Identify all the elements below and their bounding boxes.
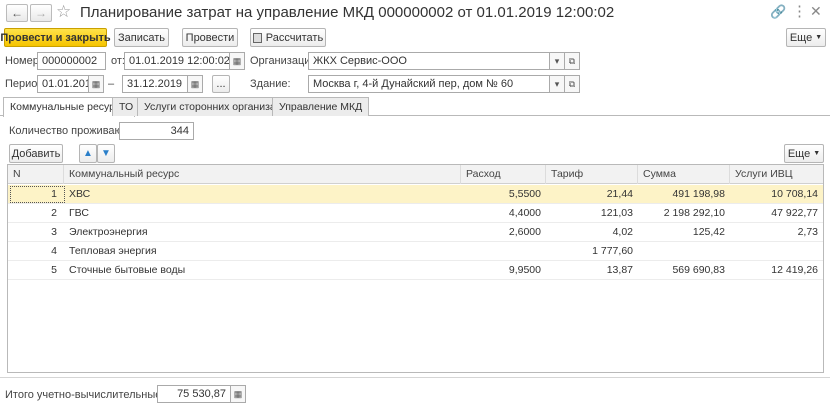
- period-select-button[interactable]: ...: [212, 75, 230, 93]
- add-button[interactable]: Добавить: [9, 144, 63, 163]
- column-header-tariff[interactable]: Тариф: [546, 165, 638, 184]
- column-header-consumption[interactable]: Расход: [461, 165, 546, 184]
- date-from-label: от:: [111, 55, 125, 67]
- column-header-n[interactable]: N: [8, 165, 64, 184]
- total-calculator-icon[interactable]: ▦: [230, 385, 246, 403]
- cell-n: 3: [51, 226, 57, 238]
- cell-tariff: 121,03: [600, 207, 633, 219]
- cell-consumption: [461, 242, 546, 261]
- close-icon[interactable]: ✕: [810, 3, 822, 20]
- table-row[interactable]: 5 Сточные бытовые воды 9,9500 13,87 569 …: [8, 261, 823, 280]
- cell-tariff: 13,87: [606, 264, 633, 276]
- column-header-ivc[interactable]: Услуги ИВЦ: [730, 165, 823, 184]
- table-header: N Коммунальный ресурс Расход Тариф Сумма…: [8, 165, 823, 184]
- cell-sum: 569 690,83: [672, 264, 725, 276]
- building-dropdown-icon[interactable]: ▾: [549, 75, 565, 93]
- cell-n: 4: [51, 245, 57, 257]
- cell-consumption: 2,6000: [508, 226, 541, 238]
- cell-tariff: 4,02: [612, 226, 633, 238]
- calculator-icon: [252, 32, 262, 43]
- organization-dropdown-icon[interactable]: ▾: [549, 52, 565, 70]
- cell-ivc: 10 708,14: [771, 188, 818, 200]
- residents-field[interactable]: 344: [119, 122, 194, 140]
- cell-resource: Сточные бытовые воды: [69, 264, 186, 276]
- total-field[interactable]: 75 530,87: [157, 385, 231, 403]
- cell-sum: [638, 242, 730, 261]
- arrow-right-icon: →: [35, 6, 47, 20]
- cell-n: 5: [51, 264, 57, 276]
- table-row[interactable]: 2 ГВС 4,4000 121,03 2 198 292,10 47 922,…: [8, 204, 823, 223]
- period-dash: –: [108, 78, 115, 90]
- cell-ivc: 2,73: [797, 226, 818, 238]
- cell-n: 2: [51, 207, 57, 219]
- table-row[interactable]: 3 Электроэнергия 2,6000 4,02 125,42 2,73: [8, 223, 823, 242]
- more-label: Еще: [789, 31, 813, 44]
- arrow-down-icon: ▼: [101, 148, 111, 159]
- column-header-resource[interactable]: Коммунальный ресурс: [64, 165, 461, 184]
- back-button[interactable]: ←: [6, 4, 28, 22]
- period-end-field[interactable]: 31.12.2019: [122, 75, 188, 93]
- cell-sum: 125,42: [692, 226, 725, 238]
- footer-divider: [0, 377, 830, 378]
- cell-resource: Электроэнергия: [69, 226, 148, 238]
- table-more-button[interactable]: Еще ▼: [784, 144, 824, 163]
- cell-resource: Тепловая энергия: [69, 245, 157, 257]
- building-field[interactable]: Москва г, 4-й Дунайский пер, дом № 60: [308, 75, 550, 93]
- column-header-sum[interactable]: Сумма: [638, 165, 730, 184]
- building-label: Здание:: [250, 78, 291, 90]
- calendar-icon[interactable]: ▦: [229, 52, 245, 70]
- cell-ivc: [730, 242, 823, 261]
- title-bar: ← → ☆ Планирование затрат на управление …: [0, 0, 830, 26]
- tab-maintenance[interactable]: ТО: [112, 97, 141, 116]
- forward-button[interactable]: →: [30, 4, 52, 22]
- move-down-button[interactable]: ▼: [97, 144, 115, 163]
- cell-consumption: 9,9500: [508, 264, 541, 276]
- arrow-up-icon: ▲: [83, 148, 93, 159]
- tab-bar: Коммунальные ресурсы ТО Услуги сторонних…: [0, 97, 830, 117]
- period-end-calendar-icon[interactable]: ▦: [187, 75, 203, 93]
- date-field[interactable]: 01.01.2019 12:00:02: [124, 52, 230, 70]
- chevron-down-icon: ▼: [815, 34, 823, 41]
- cell-consumption: 4,4000: [508, 207, 541, 219]
- period-start-field[interactable]: 01.01.2019: [37, 75, 89, 93]
- move-up-button[interactable]: ▲: [79, 144, 97, 163]
- cell-sum: 491 198,98: [672, 188, 725, 200]
- cell-tariff: 21,44: [606, 188, 633, 200]
- cell-ivc: 12 419,26: [771, 264, 818, 276]
- cell-consumption: 5,5500: [508, 188, 541, 200]
- table-more-label: Еще: [787, 147, 811, 160]
- period-start-calendar-icon[interactable]: ▦: [88, 75, 104, 93]
- calculate-label: Рассчитать: [265, 31, 324, 44]
- more-menu-icon[interactable]: ⋮: [792, 2, 807, 20]
- cell-n: 1: [51, 188, 57, 200]
- organization-open-icon[interactable]: ⧉: [564, 52, 580, 70]
- cell-ivc: 47 922,77: [771, 207, 818, 219]
- cell-sum: 2 198 292,10: [663, 207, 725, 219]
- save-button[interactable]: Записать: [114, 28, 169, 47]
- post-and-close-button[interactable]: Провести и закрыть: [0, 28, 111, 47]
- table-row[interactable]: 1 ХВС 5,5500 21,44 491 198,98 10 708,14: [8, 185, 823, 204]
- table-row[interactable]: 4 Тепловая энергия 1 777,60: [8, 242, 823, 261]
- page-title: Планирование затрат на управление МКД 00…: [80, 4, 615, 21]
- chevron-down-icon: ▼: [813, 150, 821, 157]
- cell-resource: ГВС: [69, 207, 89, 219]
- link-icon[interactable]: 🔗: [770, 4, 786, 20]
- more-button[interactable]: Еще ▼: [786, 28, 826, 47]
- cell-resource: ХВС: [69, 188, 91, 200]
- favorite-star-icon[interactable]: ☆: [56, 2, 71, 22]
- organization-field[interactable]: ЖКХ Сервис-ООО: [308, 52, 550, 70]
- tab-mkd-management[interactable]: Управление МКД: [272, 97, 370, 116]
- building-open-icon[interactable]: ⧉: [564, 75, 580, 93]
- post-button[interactable]: Провести: [182, 28, 238, 47]
- arrow-left-icon: ←: [11, 6, 23, 20]
- cell-tariff: 1 777,60: [592, 245, 633, 257]
- number-field[interactable]: 000000002: [37, 52, 106, 70]
- calculate-button[interactable]: Рассчитать: [250, 28, 326, 47]
- utility-resources-table: N Коммунальный ресурс Расход Тариф Сумма…: [7, 164, 824, 373]
